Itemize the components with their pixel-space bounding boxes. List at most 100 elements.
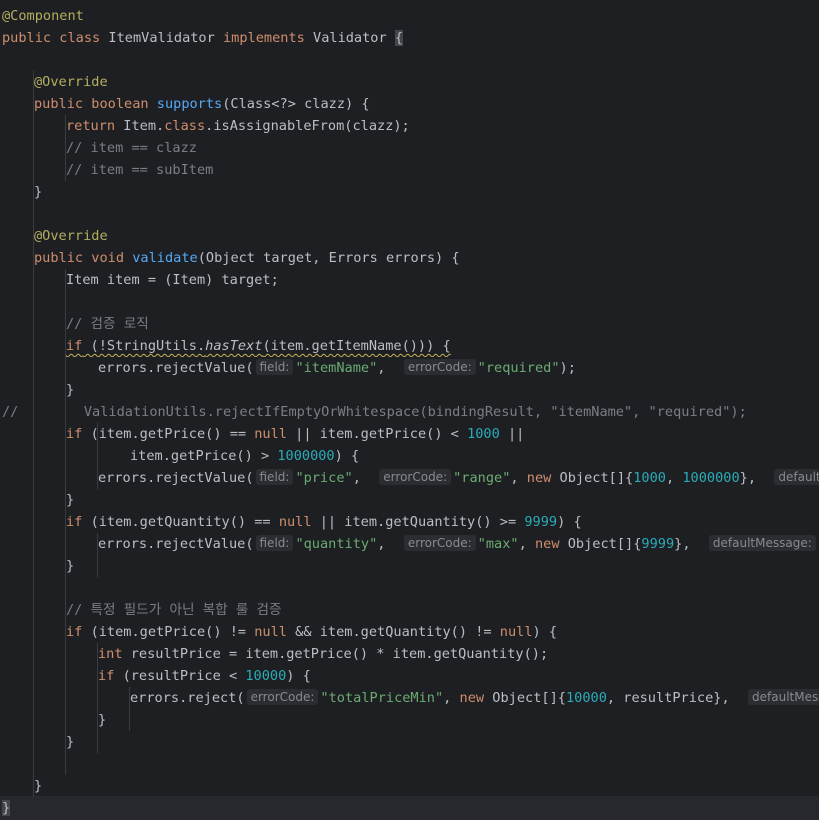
code-line[interactable] [0,291,819,313]
code-token: implements [222,30,314,46]
code-token: || [499,426,525,442]
code-line-content: @Override [34,225,108,247]
code-line[interactable]: if (item.getPrice() != null && item.getQ… [0,621,819,643]
code-token: 1000 [633,470,666,486]
code-line-content: if (item.getPrice() != null && item.getQ… [66,621,557,643]
code-token: // item == clazz [66,140,197,156]
code-line[interactable]: public boolean supports(Class<?> clazz) … [0,93,819,115]
code-token: ItemValidator [108,30,223,46]
code-token: Object[]{ [559,470,634,486]
code-token: , [352,470,378,486]
code-line[interactable]: @Component [0,5,819,27]
code-token: , [518,536,535,552]
code-line[interactable]: Item item = (Item) target; [0,269,819,291]
code-token: } [66,382,75,398]
code-line[interactable]: } [0,555,819,577]
code-token: hasText [205,338,263,354]
code-line[interactable]: // item == clazz [0,137,819,159]
code-line[interactable]: } [0,797,819,819]
code-token: 1000 [467,426,500,442]
code-line-content: item.getPrice() > 1000000) { [130,445,359,467]
code-token: ) { [334,448,360,464]
code-token: } [2,800,11,816]
code-line[interactable]: errors.rejectValue(field: "itemName", err… [0,357,819,379]
inlay-parameter-hint: field: [255,359,294,375]
code-token: (item.getItemName())) { [262,338,451,354]
code-token: "max" [477,536,519,552]
code-line[interactable]: // 특정 필드가 아닌 복합 룰 검증 [0,599,819,621]
code-line[interactable]: // ValidationUtils.rejectIfEmptyOrWhites… [0,401,819,423]
code-line[interactable]: errors.reject(errorCode: "totalPriceMin",… [0,687,819,709]
code-line-content: errors.reject(errorCode: "totalPriceMin",… [130,687,819,709]
code-line[interactable]: } [0,731,819,753]
code-line[interactable]: if (!StringUtils.hasText(item.getItemNam… [0,335,819,357]
code-token: errors.rejectValue( [98,536,254,552]
code-line[interactable]: return Item.class.isAssignableFrom(clazz… [0,115,819,137]
indent-guide [129,687,130,731]
code-line-content: } [66,731,74,753]
code-token: Item. [123,118,165,134]
code-line[interactable]: public void validate(Object target, Erro… [0,247,819,269]
code-token: int [98,646,131,662]
code-line-content: } [66,555,74,577]
code-line[interactable]: int resultPrice = item.getPrice() * item… [0,643,819,665]
code-token: new [534,536,568,552]
code-line-content: Item item = (Item) target; [66,269,279,291]
code-token: Object[]{ [567,536,642,552]
code-token: if [66,514,91,530]
inlay-parameter-hint: defaultMessage: [708,535,816,551]
code-line[interactable]: } [0,709,819,731]
code-token: ) { [286,668,311,684]
code-line[interactable]: if (resultPrice < 10000) { [0,665,819,687]
code-token: Validator [313,30,395,46]
code-editor[interactable]: @Component public class ItemValidator imp… [0,0,819,820]
code-line[interactable]: public class ItemValidator implements Va… [0,27,819,49]
code-line[interactable]: } [0,379,819,401]
code-token: null [278,514,312,530]
code-token: new [459,690,493,706]
code-token: 10000 [245,668,287,684]
inlay-parameter-hint: errorCode: [246,689,319,705]
code-token: (item.getQuantity() == [90,514,279,530]
code-token: null [254,426,287,442]
code-token: @Component [2,8,84,24]
code-line[interactable]: errors.rejectValue(field: "quantity", err… [0,533,819,555]
code-line[interactable]: if (item.getQuantity() == null || item.g… [0,511,819,533]
code-line-content: if (item.getQuantity() == null || item.g… [66,511,582,533]
code-line[interactable] [0,203,819,225]
code-token: if [66,426,91,442]
code-token: } [66,558,75,574]
code-token: if [66,624,91,640]
code-line[interactable]: // item == subItem [0,159,819,181]
code-line[interactable]: } [0,181,819,203]
code-token: .isAssignableFrom(clazz); [205,118,410,134]
code-token: "price" [295,470,353,486]
code-token: ) { [532,624,558,640]
code-line-content: int resultPrice = item.getPrice() * item… [98,643,548,665]
indent-guide [97,643,98,753]
code-line[interactable]: // 검증 로직 [0,313,819,335]
code-token: 1000000 [277,448,335,464]
code-line-content: errors.rejectValue(field: "quantity", err… [98,533,819,555]
code-line[interactable]: errors.rejectValue(field: "price", errorC… [0,467,819,489]
code-token: // item == subItem [66,162,214,178]
code-token: resultPrice = item.getPrice() * item.get… [130,646,549,662]
code-token: if [98,668,123,684]
code-line-content: if (resultPrice < 10000) { [98,665,311,687]
code-line[interactable] [0,49,819,71]
code-line[interactable] [0,577,819,599]
code-token: "itemName" [295,360,378,376]
code-line[interactable]: if (item.getPrice() == null || item.getP… [0,423,819,445]
code-line[interactable]: item.getPrice() > 1000000) { [0,445,819,467]
code-token: ); [559,360,576,376]
code-line[interactable]: } [0,489,819,511]
code-line[interactable]: @Override [0,225,819,247]
code-token: } [66,492,75,508]
code-token: errors.reject( [130,690,245,706]
code-line-content: } [34,181,42,203]
code-line[interactable]: } [0,775,819,797]
code-line[interactable] [0,753,819,775]
code-line[interactable]: @Override [0,71,819,93]
code-line-content: @Component [2,5,84,27]
code-line-content: public class ItemValidator implements Va… [2,27,404,49]
